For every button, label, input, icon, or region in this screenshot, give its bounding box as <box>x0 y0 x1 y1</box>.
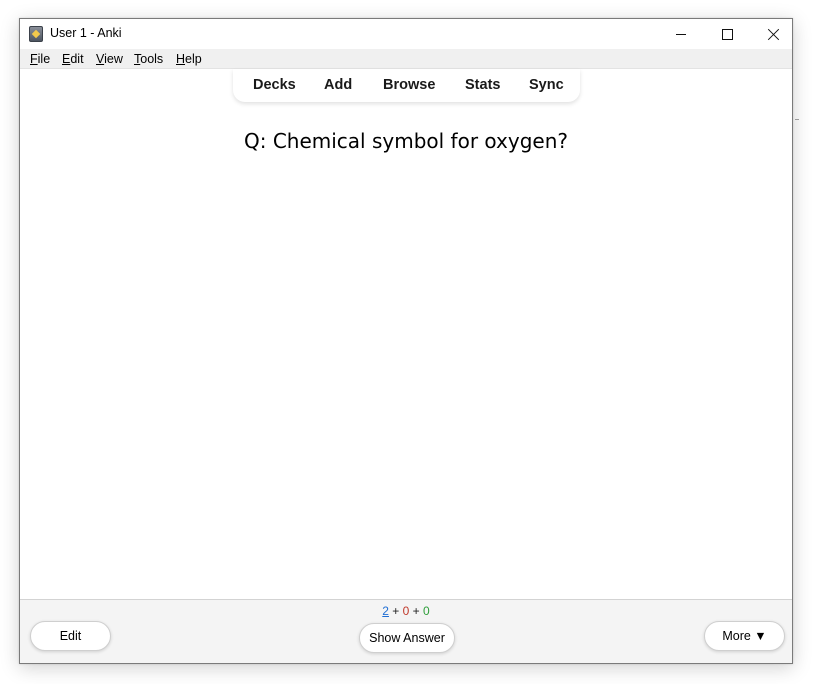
due-counts: 2 + 0 + 0 <box>20 604 792 618</box>
menu-view-label: iew <box>104 52 123 66</box>
minimize-icon <box>676 33 686 35</box>
menu-file-label: ile <box>37 52 51 66</box>
menu-file-mnemonic: F <box>30 52 38 66</box>
main-toolbar: Decks Add Browse Stats Sync <box>233 69 580 102</box>
maximize-button[interactable] <box>704 19 750 49</box>
count-separator: + <box>409 604 424 618</box>
menu-tools[interactable]: Tools <box>134 52 163 66</box>
card-question: Q: Chemical symbol for oxygen? <box>243 129 568 153</box>
title-bar[interactable]: User 1 - Anki <box>20 19 792 49</box>
menu-tools-label: ools <box>140 52 164 66</box>
review-count: 0 <box>423 604 430 618</box>
menu-edit-label: dit <box>70 52 84 66</box>
menu-help-mnemonic: H <box>176 52 186 66</box>
menu-view-mnemonic: V <box>96 52 105 66</box>
window-title: User 1 - Anki <box>50 26 122 40</box>
menu-file[interactable]: File <box>30 52 50 66</box>
menu-bar: File Edit View Tools Help <box>20 49 792 69</box>
close-button[interactable] <box>750 19 796 49</box>
toolbar-stats-link[interactable]: Stats <box>465 77 500 93</box>
menu-view[interactable]: View <box>96 52 123 66</box>
menu-help[interactable]: Help <box>176 52 202 66</box>
more-button[interactable]: More ▼ <box>704 621 785 651</box>
edit-button[interactable]: Edit <box>30 621 111 651</box>
minimize-button[interactable] <box>658 19 704 49</box>
menu-help-label: elp <box>185 52 202 66</box>
toolbar-decks-link[interactable]: Decks <box>253 77 296 93</box>
new-count[interactable]: 2 <box>382 604 389 618</box>
anki-window: User 1 - Anki File Edit View Tools Help … <box>19 18 793 664</box>
review-bottom-bar: 2 + 0 + 0 Edit Show Answer More ▼ <box>20 599 792 663</box>
toolbar-browse-link[interactable]: Browse <box>383 77 435 93</box>
anki-icon <box>29 26 43 42</box>
maximize-icon <box>721 28 733 40</box>
toolbar-add-link[interactable]: Add <box>324 77 352 93</box>
show-answer-button[interactable]: Show Answer <box>359 623 455 653</box>
background-divider <box>795 119 799 120</box>
menu-edit[interactable]: Edit <box>62 52 84 66</box>
toolbar-sync-link[interactable]: Sync <box>529 77 564 93</box>
close-icon <box>767 28 780 41</box>
count-separator: + <box>388 604 403 618</box>
